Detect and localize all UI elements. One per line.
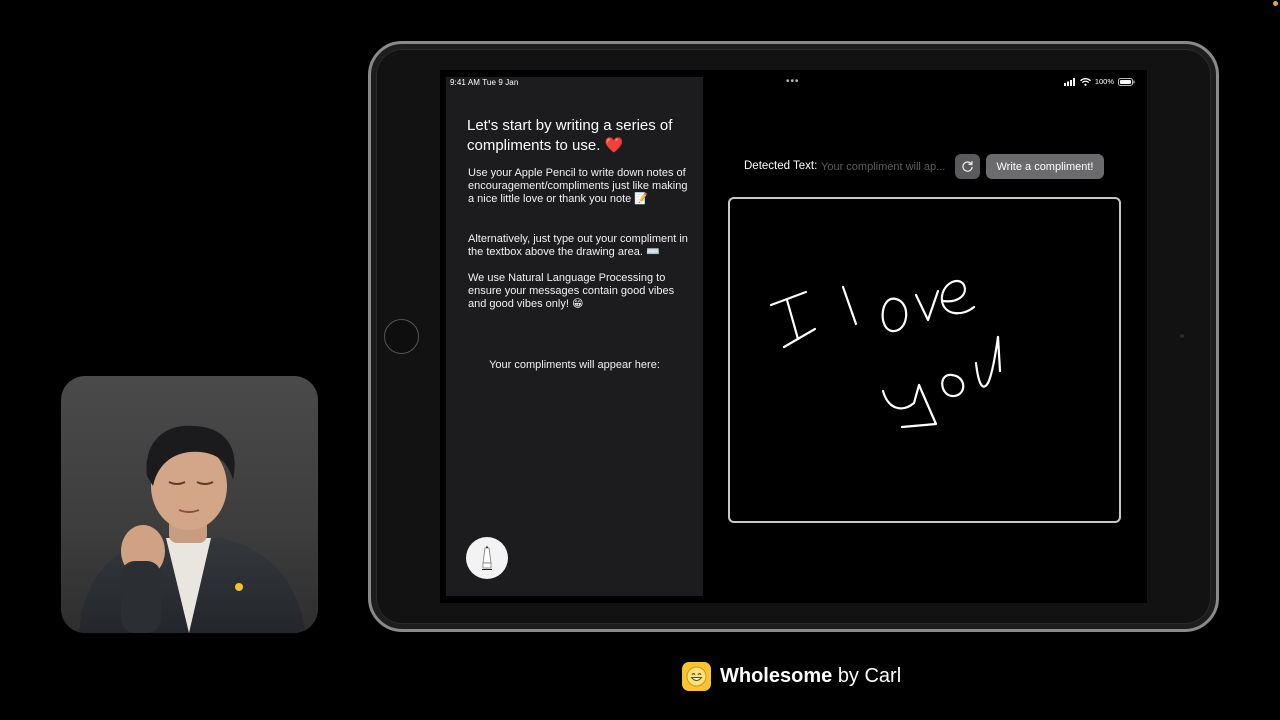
app-name: Wholesome — [720, 665, 833, 687]
app-branding: Wholesome by Carl — [682, 662, 901, 691]
front-camera — [1180, 334, 1184, 338]
pencil-instructions: Use your Apple Pencil to write down note… — [468, 167, 688, 206]
write-compliment-button[interactable]: Write a compliment! — [986, 154, 1104, 179]
author-byline: by Carl — [837, 665, 902, 687]
compliments-list-label: Your compliments will appear here: — [489, 359, 660, 371]
presenter-video — [61, 376, 318, 633]
grinning-face-icon — [682, 662, 711, 691]
nlp-instructions: We use Natural Language Processing to en… — [468, 272, 675, 311]
brand-title: Wholesome by Carl — [720, 665, 901, 688]
pencil-icon — [482, 545, 492, 570]
refresh-icon — [962, 160, 973, 172]
wifi-icon — [1079, 77, 1091, 86]
ipad-screen: Let's start by writing a series of compl… — [440, 70, 1147, 603]
recording-indicator-dot — [1273, 1, 1278, 6]
home-button[interactable] — [384, 319, 419, 354]
handwriting-strokes — [769, 279, 1002, 429]
battery-icon — [1118, 77, 1135, 86]
typing-instructions: Alternatively, just type out your compli… — [468, 233, 688, 259]
compliment-text-input[interactable] — [818, 157, 948, 177]
presenter-figure — [79, 425, 306, 633]
instructions-panel: Let's start by writing a series of compl… — [446, 77, 703, 596]
multitasking-menu-icon[interactable]: ••• — [786, 77, 800, 87]
status-indicators: 100% — [1063, 77, 1135, 86]
signal-icon — [1063, 77, 1075, 86]
drawing-canvas[interactable] — [728, 197, 1121, 523]
refresh-button[interactable] — [955, 154, 980, 179]
pencil-tool-button[interactable] — [466, 537, 508, 579]
status-time: 9:41 AM Tue 9 Jan — [450, 78, 519, 87]
battery-percent: 100% — [1094, 77, 1114, 86]
detected-text-label: Detected Text: — [744, 160, 818, 172]
panel-title: Let's start by writing a series of compl… — [467, 117, 673, 154]
